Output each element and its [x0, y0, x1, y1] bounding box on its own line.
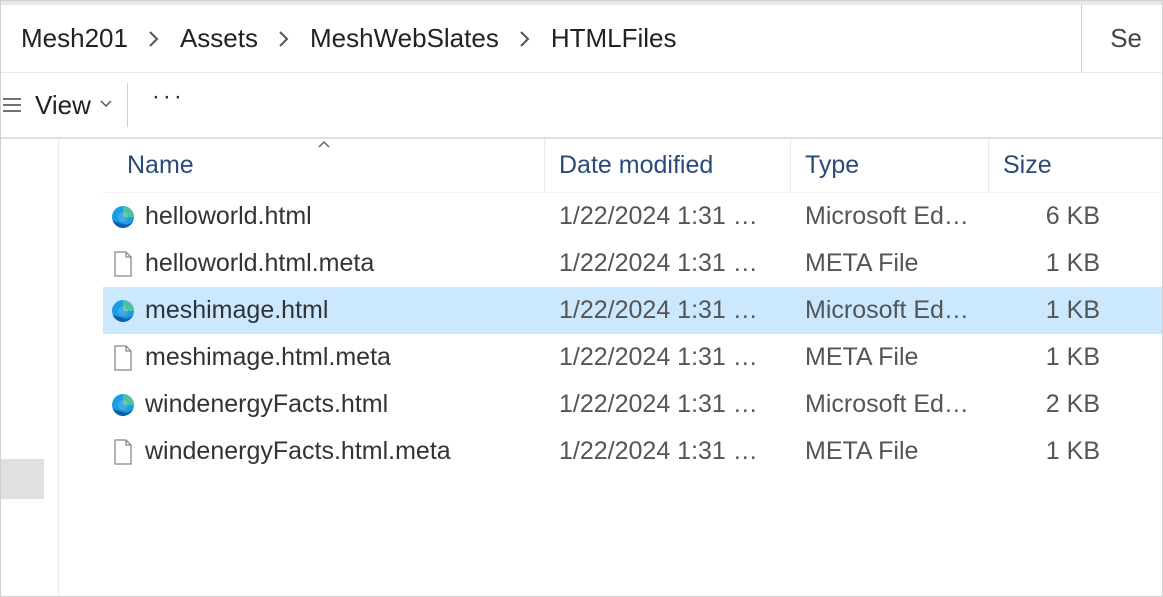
file-type: Microsoft Ed…	[791, 202, 989, 231]
file-date: 1/22/2024 1:31 …	[545, 390, 791, 419]
file-name: helloworld.html	[145, 202, 312, 231]
file-icon	[113, 345, 133, 371]
file-row[interactable]: windenergyFacts.html.meta 1/22/2024 1:31 …	[103, 428, 1162, 475]
address-bar: Mesh201 Assets MeshWebSlates HTMLFiles S…	[1, 1, 1162, 73]
file-date: 1/22/2024 1:31 …	[545, 296, 791, 325]
sort-ascending-icon	[318, 137, 330, 151]
file-name-cell: helloworld.html	[103, 202, 545, 231]
file-name: helloworld.html.meta	[145, 249, 374, 278]
file-name: meshimage.html	[145, 296, 328, 325]
view-label: View	[35, 90, 91, 121]
nav-sidebar[interactable]	[1, 139, 59, 596]
breadcrumb-item[interactable]: HTMLFiles	[551, 23, 677, 54]
chevron-right-icon[interactable]	[278, 30, 290, 48]
file-row[interactable]: meshimage.html 1/22/2024 1:31 …Microsoft …	[103, 287, 1162, 334]
search-input[interactable]: Se	[1081, 5, 1142, 72]
column-header-date[interactable]: Date modified	[545, 139, 791, 192]
column-label: Name	[127, 151, 194, 180]
file-size: 2 KB	[989, 390, 1162, 419]
file-date: 1/22/2024 1:31 …	[545, 202, 791, 231]
edge-icon	[111, 205, 135, 229]
file-list: Name Date modified Type Size helloworld.…	[59, 139, 1162, 596]
content-area: Name Date modified Type Size helloworld.…	[1, 139, 1162, 596]
file-size: 1 KB	[989, 343, 1162, 372]
column-header-name[interactable]: Name	[103, 139, 545, 192]
file-type: META File	[791, 437, 989, 466]
toolbar: View ···	[1, 73, 1162, 139]
edge-icon	[111, 299, 135, 323]
file-name: windenergyFacts.html.meta	[145, 437, 451, 466]
chevron-down-icon	[99, 96, 113, 114]
file-name: windenergyFacts.html	[145, 390, 388, 419]
breadcrumb[interactable]: Mesh201 Assets MeshWebSlates HTMLFiles	[21, 23, 1081, 54]
file-name-cell: windenergyFacts.html.meta	[103, 437, 545, 466]
file-date: 1/22/2024 1:31 …	[545, 249, 791, 278]
file-size: 1 KB	[989, 437, 1162, 466]
more-button[interactable]: ···	[128, 65, 209, 129]
file-icon	[113, 251, 133, 277]
file-date: 1/22/2024 1:31 …	[545, 437, 791, 466]
file-date: 1/22/2024 1:31 …	[545, 343, 791, 372]
sidebar-item-selected[interactable]	[1, 459, 44, 499]
file-type: META File	[791, 249, 989, 278]
file-name-cell: meshimage.html	[103, 296, 545, 325]
file-size: 1 KB	[989, 249, 1162, 278]
file-row[interactable]: meshimage.html.meta 1/22/2024 1:31 …META …	[103, 334, 1162, 381]
file-size: 6 KB	[989, 202, 1162, 231]
breadcrumb-item[interactable]: Assets	[180, 23, 258, 54]
view-button[interactable]: View	[29, 90, 127, 121]
file-row[interactable]: windenergyFacts.html 1/22/2024 1:31 …Micr…	[103, 381, 1162, 428]
breadcrumb-item[interactable]: Mesh201	[21, 23, 128, 54]
file-name-cell: windenergyFacts.html	[103, 390, 545, 419]
chevron-right-icon[interactable]	[148, 30, 160, 48]
file-size: 1 KB	[989, 296, 1162, 325]
file-name-cell: meshimage.html.meta	[103, 343, 545, 372]
list-icon	[1, 94, 29, 116]
file-type: Microsoft Ed…	[791, 296, 989, 325]
file-row[interactable]: helloworld.html 1/22/2024 1:31 …Microsoft…	[103, 193, 1162, 240]
edge-icon	[111, 393, 135, 417]
column-header-type[interactable]: Type	[791, 139, 989, 192]
file-rows: helloworld.html1/22/2024 1:31 …Microsoft…	[103, 193, 1162, 475]
file-icon	[113, 439, 133, 465]
file-row[interactable]: helloworld.html.meta 1/22/2024 1:31 …META…	[103, 240, 1162, 287]
file-type: Microsoft Ed…	[791, 390, 989, 419]
breadcrumb-item[interactable]: MeshWebSlates	[310, 23, 499, 54]
file-type: META File	[791, 343, 989, 372]
chevron-right-icon[interactable]	[519, 30, 531, 48]
column-headers: Name Date modified Type Size	[103, 139, 1162, 193]
file-name-cell: helloworld.html.meta	[103, 249, 545, 278]
column-header-size[interactable]: Size	[989, 139, 1162, 192]
file-name: meshimage.html.meta	[145, 343, 391, 372]
